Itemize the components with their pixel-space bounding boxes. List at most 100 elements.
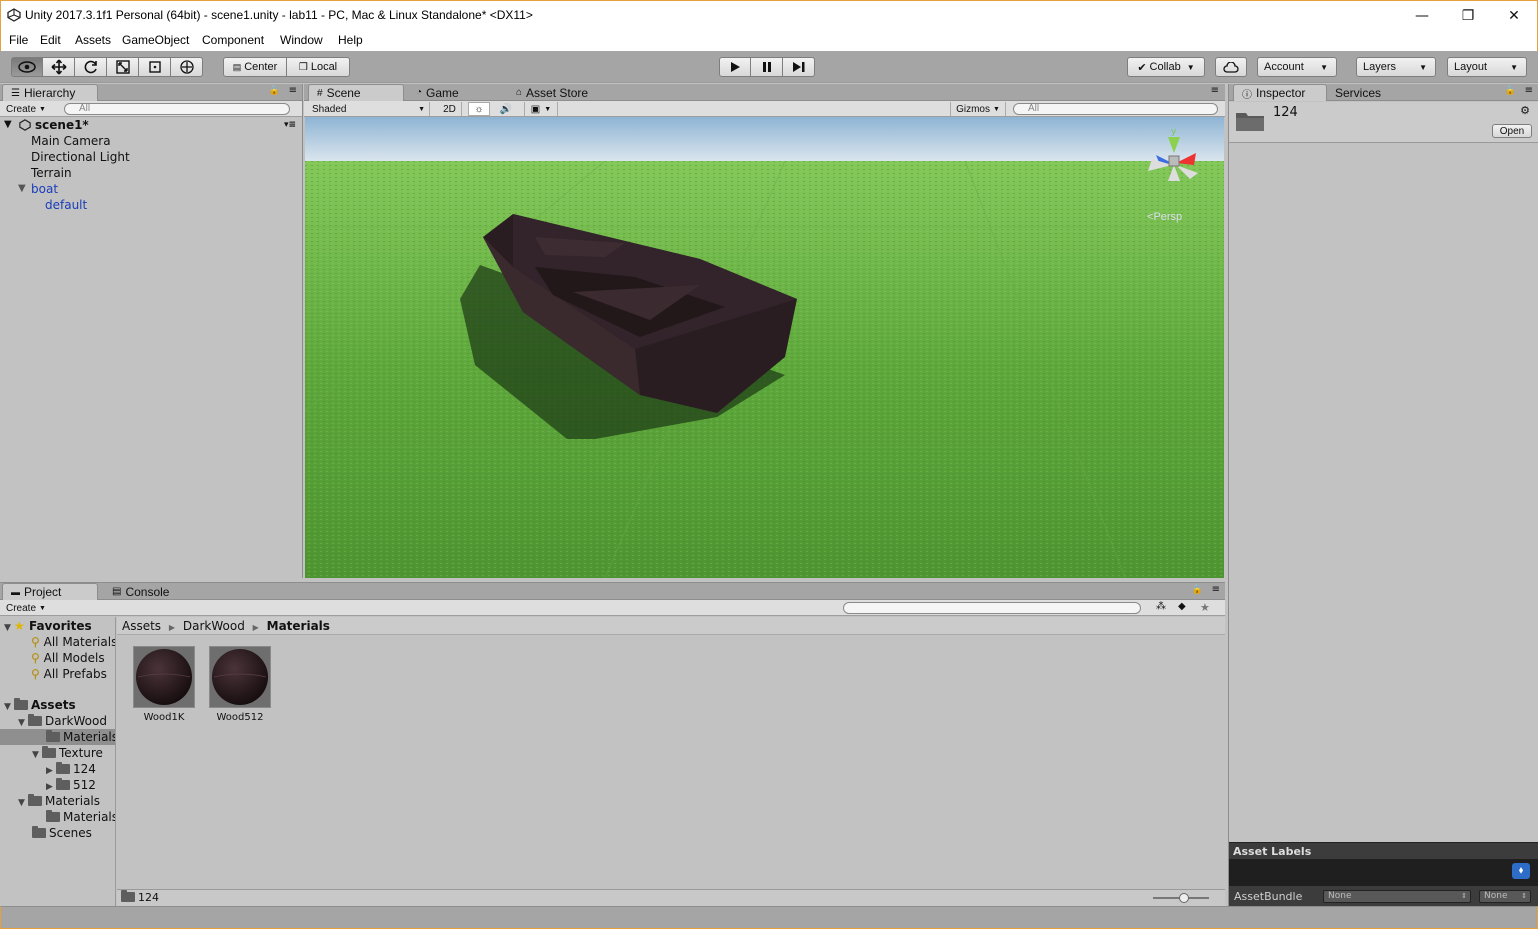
expand-arrow-icon[interactable]: ▼ bbox=[18, 795, 28, 811]
lock-icon[interactable]: 🔒 bbox=[269, 86, 280, 96]
slider-thumb[interactable] bbox=[1179, 893, 1189, 903]
tab-project[interactable]: ▬ Project bbox=[2, 583, 98, 600]
lock-icon[interactable]: 🔒 bbox=[1192, 585, 1203, 595]
move-tool-button[interactable] bbox=[43, 57, 75, 77]
tab-services[interactable]: Services bbox=[1327, 84, 1407, 101]
gizmos-dropdown[interactable]: Gizmos ▼ bbox=[950, 102, 1006, 116]
gizmo-center-cube-icon[interactable] bbox=[1168, 155, 1180, 167]
gizmo-neg-y-cone-icon[interactable] bbox=[1168, 165, 1180, 181]
tab-console[interactable]: ▤ Console bbox=[104, 583, 194, 600]
tree-darkwood-materials[interactable]: Materials bbox=[0, 729, 115, 745]
menu-gameobject[interactable]: GameObject bbox=[122, 33, 189, 47]
tree-materials[interactable]: ▼ Materials bbox=[18, 793, 100, 809]
tree-texture[interactable]: ▼ Texture bbox=[32, 745, 103, 761]
scene-search-input[interactable]: All bbox=[1013, 103, 1218, 115]
scale-tool-button[interactable] bbox=[107, 57, 139, 77]
restore-button[interactable]: ❐ bbox=[1445, 1, 1491, 31]
filter-label-icon[interactable]: ◆ bbox=[1178, 601, 1186, 612]
pivot-center-button[interactable]: ▤ Center bbox=[223, 57, 287, 77]
asset-item-wood1k[interactable]: Wood1K bbox=[133, 646, 195, 730]
tree-darkwood[interactable]: ▼ DarkWood bbox=[18, 713, 107, 729]
create-button[interactable]: Create ▼ bbox=[6, 102, 46, 116]
tab-asset-store[interactable]: ⌂ Asset Store bbox=[508, 84, 618, 101]
tree-materials-sub[interactable]: Materials bbox=[46, 809, 115, 825]
expand-arrow-icon[interactable]: ▼ bbox=[4, 620, 14, 636]
breadcrumb-materials[interactable]: Materials bbox=[267, 619, 330, 633]
scene-viewport[interactable]: y <Persp bbox=[305, 117, 1224, 578]
menu-help[interactable]: Help bbox=[338, 33, 363, 47]
hierarchy-item-directional-light[interactable]: Directional Light bbox=[0, 149, 302, 165]
view-tool-button[interactable] bbox=[11, 57, 43, 77]
expand-arrow-icon[interactable]: ▼ bbox=[4, 117, 12, 133]
pivot-local-button[interactable]: ❒ Local bbox=[287, 57, 350, 77]
filter-type-icon[interactable]: ⁂ bbox=[1156, 601, 1166, 612]
orientation-gizmo[interactable]: y bbox=[1142, 125, 1206, 197]
layout-dropdown[interactable]: Layout ▼ bbox=[1447, 57, 1527, 77]
account-dropdown[interactable]: Account ▼ bbox=[1257, 57, 1337, 77]
panel-menu-icon[interactable]: ≡ bbox=[289, 85, 297, 96]
layers-dropdown[interactable]: Layers ▼ bbox=[1356, 57, 1436, 77]
lighting-toggle[interactable]: ☼ bbox=[468, 102, 490, 116]
collab-dropdown[interactable]: ✔ Collab ▼ bbox=[1127, 57, 1205, 77]
tab-game[interactable]: ◔ Game bbox=[408, 84, 498, 101]
expand-arrow-icon[interactable]: ▼ bbox=[32, 747, 42, 763]
hierarchy-search-input[interactable]: All bbox=[64, 103, 290, 115]
variant-dropdown[interactable]: None ⇕ bbox=[1479, 890, 1531, 903]
tree-124[interactable]: ▶ 124 bbox=[46, 761, 96, 777]
rect-tool-button[interactable] bbox=[139, 57, 171, 77]
favorite-all-models[interactable]: ⚲ All Models bbox=[31, 650, 105, 666]
scene-menu-icon[interactable]: ▾≡ bbox=[284, 117, 296, 133]
create-button[interactable]: Create ▼ bbox=[6, 601, 46, 615]
tab-inspector[interactable]: ⓘ Inspector bbox=[1233, 84, 1327, 101]
panel-menu-icon[interactable]: ≡ bbox=[1525, 85, 1533, 96]
tag-icon[interactable]: ⬧ bbox=[1512, 863, 1530, 879]
audio-toggle[interactable]: 🔊 bbox=[496, 102, 516, 116]
hierarchy-item-boat[interactable]: ▼ boat bbox=[0, 181, 302, 197]
tree-512[interactable]: ▶ 512 bbox=[46, 777, 96, 793]
menu-edit[interactable]: Edit bbox=[40, 33, 61, 47]
pause-button[interactable] bbox=[751, 57, 783, 77]
hierarchy-item-terrain[interactable]: Terrain bbox=[0, 165, 302, 181]
cloud-button[interactable] bbox=[1215, 57, 1247, 77]
minimize-button[interactable]: — bbox=[1399, 1, 1445, 31]
breadcrumb-darkwood[interactable]: DarkWood bbox=[183, 619, 245, 633]
effects-dropdown[interactable]: ▣ ▼ bbox=[524, 102, 558, 116]
favorites-row[interactable]: ▼ ★ Favorites bbox=[4, 618, 92, 634]
favorite-all-prefabs[interactable]: ⚲ All Prefabs bbox=[31, 666, 107, 682]
project-search-input[interactable] bbox=[843, 602, 1141, 614]
hierarchy-item-main-camera[interactable]: Main Camera bbox=[0, 133, 302, 149]
scene-row[interactable]: ▼ scene1* ▾≡ bbox=[0, 117, 302, 133]
menu-assets[interactable]: Assets bbox=[75, 33, 111, 47]
menu-window[interactable]: Window bbox=[280, 33, 323, 47]
breadcrumb-assets[interactable]: Assets bbox=[122, 619, 161, 633]
rotate-tool-button[interactable] bbox=[75, 57, 107, 77]
gear-icon[interactable]: ⚙ bbox=[1520, 104, 1530, 117]
projection-label[interactable]: <Persp bbox=[1147, 211, 1182, 223]
tab-scene[interactable]: # Scene bbox=[308, 84, 404, 101]
play-button[interactable] bbox=[719, 57, 751, 77]
close-button[interactable]: ✕ bbox=[1491, 1, 1537, 31]
assetbundle-dropdown[interactable]: None ⇕ bbox=[1323, 890, 1471, 903]
assets-root-row[interactable]: ▼ Assets bbox=[4, 697, 76, 713]
toggle-2d-button[interactable]: 2D bbox=[438, 102, 462, 116]
open-button[interactable]: Open bbox=[1492, 124, 1532, 138]
transform-tool-button[interactable] bbox=[171, 57, 203, 77]
asset-item-wood512[interactable]: Wood512 bbox=[209, 646, 271, 730]
gizmo-neg-z-cone-icon[interactable] bbox=[1176, 165, 1198, 179]
shading-dropdown[interactable]: Shaded ▼ bbox=[312, 102, 430, 116]
star-filter-icon[interactable]: ★ bbox=[1200, 601, 1210, 614]
expand-arrow-icon[interactable]: ▼ bbox=[4, 699, 14, 715]
tab-hierarchy[interactable]: ☰ Hierarchy bbox=[2, 84, 98, 101]
panel-menu-icon[interactable]: ≡ bbox=[1212, 584, 1220, 595]
panel-menu-icon[interactable]: ≡ bbox=[1211, 85, 1219, 96]
menu-file[interactable]: File bbox=[9, 33, 28, 47]
expand-arrow-icon[interactable]: ▼ bbox=[18, 181, 26, 197]
gizmo-y-cone-icon[interactable] bbox=[1168, 137, 1180, 153]
lock-icon[interactable]: 🔒 bbox=[1505, 86, 1516, 96]
menu-component[interactable]: Component bbox=[202, 33, 264, 47]
hierarchy-item-default[interactable]: default bbox=[0, 197, 302, 213]
step-button[interactable] bbox=[783, 57, 815, 77]
tree-scenes[interactable]: Scenes bbox=[32, 825, 92, 841]
icon-size-slider[interactable] bbox=[1153, 893, 1209, 903]
favorite-all-materials[interactable]: ⚲ All Materials bbox=[31, 634, 115, 650]
